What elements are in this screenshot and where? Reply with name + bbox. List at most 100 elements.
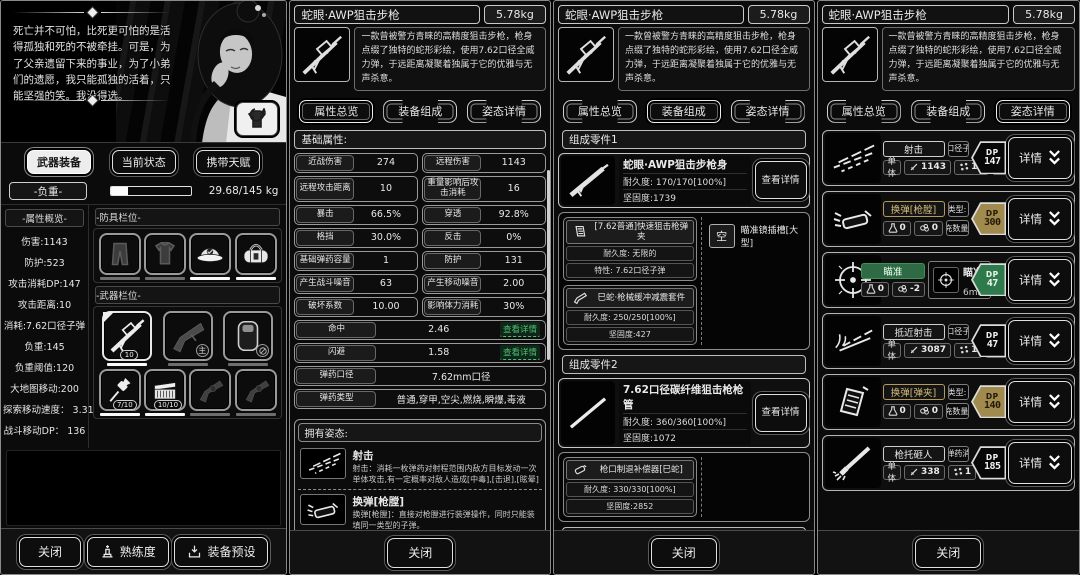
close-button[interactable]: 关闭 — [19, 536, 81, 567]
weapon-slot-sidearm[interactable]: 主 — [162, 311, 213, 361]
attribute-line: 负重阈值:120 — [14, 363, 75, 374]
detail-button[interactable]: 详情 — [1008, 319, 1073, 362]
view-details-link[interactable]: 查看详情 — [499, 322, 540, 338]
shock-kit-icon — [570, 290, 590, 306]
weapon-weight: 5.78kg — [1013, 5, 1076, 24]
stat-label: 破坏系数 — [296, 298, 354, 315]
tab-stance-details[interactable]: 姿态详情 — [995, 99, 1070, 123]
stat-value: 16 — [507, 183, 520, 195]
stat-label: 命中 — [296, 321, 377, 338]
stance-row-shoot: 射击 7.62口径子弹x1 单体 1143 10 0 0 DP147 详情 — [821, 129, 1076, 186]
overview-body: 基础属性: 近战伤害 274 远程伤害 1143 远程攻击距离 10 重量影响后攻击消… — [290, 129, 550, 530]
weapon-slot-shield[interactable] — [223, 311, 274, 361]
part-solidity: 坚固度:1739 — [622, 188, 747, 204]
attribute-line: 大地图移动:200 — [10, 384, 79, 395]
fill-count-box: 填充数量: 1 — [946, 220, 970, 237]
tab-attribute-overview[interactable]: 属性总览 — [827, 100, 901, 123]
sub-part-card[interactable]: 枪口制退补偿器[巳蛇] 耐久度: 330/330[100%] 坚固度:2852 — [562, 457, 697, 518]
part-section-1: 组成零件1 蛇眼·AWP狙击步枪身 耐久度: 170/170[100%] 坚固度… — [557, 129, 810, 351]
weapon-slot-sniper-rifle[interactable]: 10 — [102, 311, 153, 361]
stance-name-chip: 换弹[弹夹] — [882, 384, 945, 401]
weapon-title-row: 蛇眼·AWP狙击步枪 5.78kg — [821, 5, 1076, 24]
dp-cost-badge: DP 185 — [971, 446, 1007, 480]
tab-weapon-equip[interactable]: 武器装备 — [27, 150, 91, 174]
armor-slot-bag[interactable] — [234, 233, 277, 275]
sub-part-card[interactable]: [7.62普通]快速狙击枪弹夹 耐久度: 无限的 特性: 7.62口径子弹 — [562, 216, 697, 282]
stat-value: 30.0% — [370, 232, 402, 244]
mastery-button[interactable]: 熟练度 — [86, 536, 169, 567]
item-slot-locked-1[interactable] — [189, 369, 232, 411]
stance-name-chip: 换弹[枪膛] — [882, 201, 945, 218]
preset-button[interactable]: 装备预设 — [174, 536, 269, 567]
durability-bar — [99, 277, 140, 280]
stat-row: 弹药类型 普通,穿甲,空尖,燃烧,瞬爆,毒液 — [294, 388, 546, 409]
close-button[interactable]: 关闭 — [915, 537, 982, 568]
stat-row: 近战伤害 274 远程伤害 1143 — [294, 152, 546, 173]
tab-equipment-composition[interactable]: 装备组成 — [646, 99, 721, 123]
stat-label: 产生战斗噪音 — [296, 275, 354, 292]
main-part-card: 蛇眼·AWP狙击步枪身 耐久度: 170/170[100%] 坚固度:1739 … — [557, 152, 810, 208]
part-section-header: 组成零件2 — [561, 355, 806, 375]
stat-value: 1143 — [501, 157, 526, 169]
durability-bar — [99, 413, 140, 416]
outfit-button[interactable] — [236, 102, 279, 136]
weapon-tabs: 属性总览 装备组成 姿态详情 — [818, 91, 1080, 130]
app-root: 死亡并不可怕，比死更可怕的是活得孤独和死的不被牵挂。可是，为了父亲遗留下来的事业… — [0, 0, 1080, 575]
stat-label: 重量影响后攻击消耗 — [424, 177, 482, 200]
tab-current-status[interactable]: 当前状态 — [111, 150, 176, 174]
attribute-line: 探索移动速度： 3.31 — [3, 405, 94, 416]
tab-equipment-composition[interactable]: 装备组成 — [383, 100, 457, 123]
weapon-weight: 5.78kg — [483, 5, 546, 24]
sub-part-trait: 特性: 7.62口径子弹 — [565, 263, 694, 279]
sub-part-solidity: 坚固度:2852 — [565, 499, 694, 515]
detail-button[interactable]: 详情 — [1008, 136, 1073, 179]
stat-label: 穿透 — [424, 206, 482, 223]
detail-button[interactable]: 详情 — [1008, 258, 1073, 301]
stance-row-reload-chamber: 换弹[枪膛] 填充类型: 子弹 0 0 填充数量: 1 DP300 详情 — [821, 190, 1076, 247]
tab-talents[interactable]: 携带天赋 — [196, 150, 261, 174]
scrollbar[interactable] — [546, 169, 550, 360]
stat-value: 10 — [379, 183, 392, 195]
stat-row: 产生战斗噪音 63 产生移动噪音 2.00 — [294, 273, 546, 294]
tab-stance-details[interactable]: 姿态详情 — [467, 100, 541, 123]
bag-icon — [243, 244, 269, 264]
close-button[interactable]: 关闭 — [650, 537, 717, 568]
weapon-thumb — [557, 27, 614, 82]
mind-stat-chip: -2 — [892, 281, 926, 297]
view-details-link[interactable]: 查看详情 — [499, 345, 540, 361]
tab-stance-details[interactable]: 姿态详情 — [731, 100, 805, 123]
detail-button[interactable]: 详情 — [1008, 197, 1073, 240]
item-slot-locked-2[interactable] — [234, 369, 277, 411]
weapon-slot-group: 10 主 7/10 10/10 — [93, 306, 283, 419]
sub-part-card[interactable]: 巳蛇·枪械缓冲减震套件 耐久度: 250/250[100%] 坚固度:427 — [562, 285, 697, 346]
tab-attribute-overview[interactable]: 属性总览 — [299, 99, 374, 123]
view-details-button[interactable]: 查看详情 — [754, 394, 807, 433]
stance-row-point-blank: 抵近射击 7.62口径子弹x1 单体 3087 1 -4 0 DP47 详情 — [821, 312, 1076, 369]
close-button[interactable]: 关闭 — [387, 537, 454, 568]
stat-label: 影响体力消耗 — [424, 298, 482, 315]
stance-name: 换弹[枪膛] — [352, 496, 405, 509]
item-slot-flare[interactable]: 7/10 — [98, 369, 141, 411]
parts-body: 组成零件1 蛇眼·AWP狙击步枪身 耐久度: 170/170[100%] 坚固度… — [554, 129, 814, 530]
item-slot-ammo-box[interactable]: 10/10 — [144, 369, 187, 411]
tab-equipment-composition[interactable]: 装备组成 — [911, 100, 985, 123]
mind-stat-chip: 0 — [913, 403, 944, 419]
view-details-button[interactable]: 查看详情 — [754, 161, 807, 200]
stances-header: 拥有姿态: — [298, 422, 542, 442]
stat-value: 1 — [382, 255, 389, 267]
detail-button[interactable]: 详情 — [1008, 380, 1073, 423]
armor-slot-cap[interactable] — [189, 233, 232, 275]
stance-item: 射击 射击：消耗一枚弹药对射程范围内敌方目标发动一次单体攻击,有一定概率对敌人造… — [298, 444, 542, 491]
sniper-rifle-icon — [829, 35, 870, 75]
armor-slot-shirt[interactable] — [144, 233, 187, 275]
durability-bar — [228, 363, 269, 366]
empty-scope-slot[interactable]: 空 瞄准镜插槽[大型] — [707, 217, 805, 255]
detail-button[interactable]: 详情 — [1008, 441, 1073, 484]
tab-attribute-overview[interactable]: 属性总览 — [563, 100, 637, 123]
part-section-2: 组成零件2 7.62口径碳纤维狙击枪枪管 耐久度: 360/360[100%] … — [557, 355, 810, 523]
selected-corner-icon — [103, 312, 115, 323]
ammo-cost-box: 7.62口径子弹x1 — [947, 140, 970, 157]
diamond-ornament-icon — [87, 7, 97, 18]
dp-cost-badge: DP 300 — [971, 202, 1007, 236]
armor-slot-pants[interactable] — [98, 233, 141, 275]
